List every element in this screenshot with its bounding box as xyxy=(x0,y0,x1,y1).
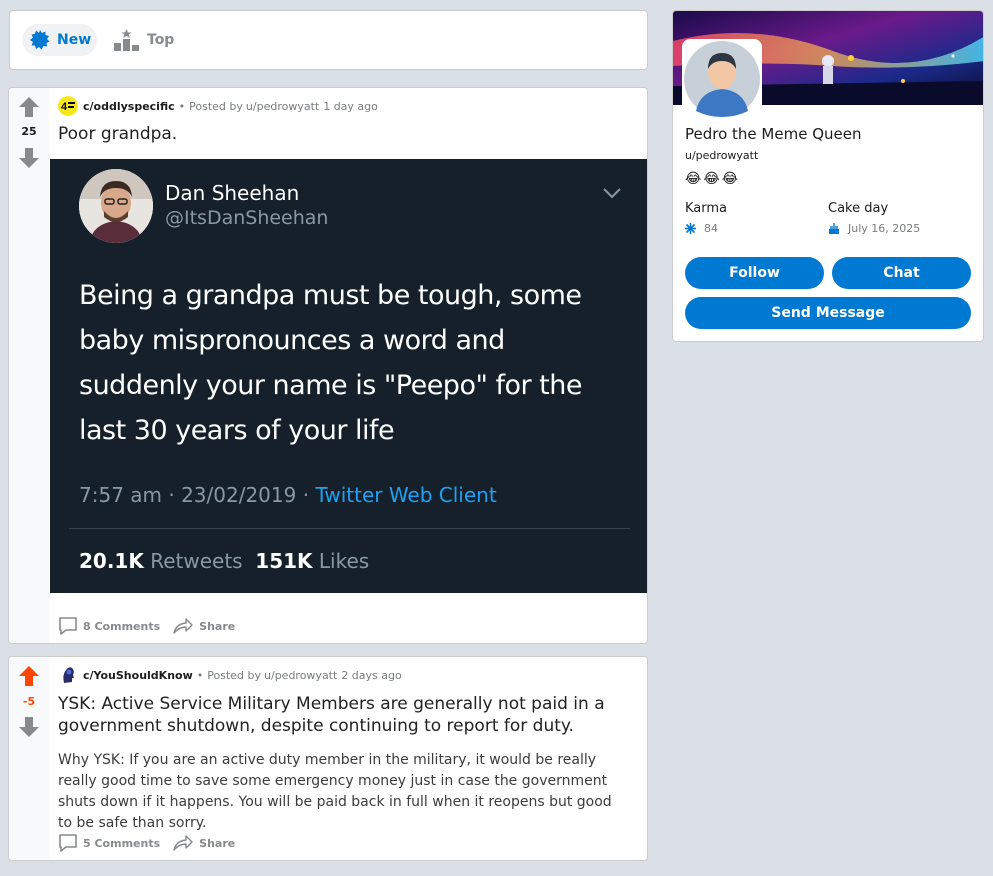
tweet-likes-label: Likes xyxy=(318,549,370,573)
share-label: Share xyxy=(199,836,236,850)
svg-text:4: 4 xyxy=(61,101,68,113)
chat-button[interactable]: Chat xyxy=(832,257,971,289)
karma-label: Karma xyxy=(685,201,728,216)
comment-bubble-icon xyxy=(59,617,77,635)
tweet-avatar xyxy=(79,169,153,243)
meta-separator: • xyxy=(196,668,204,682)
karma-value: 84 xyxy=(704,222,718,235)
author-link[interactable]: u/pedrowyatt xyxy=(246,100,319,113)
share-button[interactable]: Share xyxy=(172,834,235,852)
post-card[interactable]: -5 c/YouShouldKnow • Posted by u/pedrowy… xyxy=(8,656,648,861)
profile-emoji-flair: 😂😂😂 xyxy=(685,171,741,187)
profile-username[interactable]: u/pedrowyatt xyxy=(685,149,758,162)
tweet-author-handle: @ItsDanSheehan xyxy=(165,207,329,229)
send-message-button[interactable]: Send Message xyxy=(685,297,971,329)
tweet-time-text: 7:57 am · 23/02/2019 · xyxy=(79,483,316,507)
follow-button[interactable]: Follow xyxy=(685,257,824,289)
post-meta: c/YouShouldKnow • Posted by u/pedrowyatt… xyxy=(58,665,402,685)
comments-label: 5 Comments xyxy=(83,836,161,850)
profile-display-name: Pedro the Meme Queen xyxy=(685,125,862,143)
tweet-timestamp: 7:57 am · 23/02/2019 · Twitter Web Clien… xyxy=(79,483,497,507)
subreddit-icon[interactable]: 4 xyxy=(58,96,78,116)
post-actions: 5 Comments Share xyxy=(58,833,247,853)
post-image-tweet[interactable]: Dan Sheehan @ItsDanSheehan Being a grand… xyxy=(50,159,647,593)
profile-card: Pedro the Meme Queen u/pedrowyatt 😂😂😂 Ka… xyxy=(672,10,984,342)
tweet-author-name: Dan Sheehan xyxy=(165,181,300,205)
comments-button[interactable]: 8 Comments xyxy=(58,616,160,636)
downvote-arrow-icon[interactable] xyxy=(18,716,40,738)
tweet-stats: 20.1K Retweets 151K Likes xyxy=(79,549,369,573)
tweet-divider xyxy=(69,528,630,529)
comments-button[interactable]: 5 Comments xyxy=(58,833,160,853)
post-body: Why YSK: If you are an active duty membe… xyxy=(58,752,612,831)
post-title[interactable]: Poor grandpa. xyxy=(58,123,617,145)
post-time: 2 days ago xyxy=(341,668,402,682)
vote-score: 25 xyxy=(21,125,37,138)
vote-score: -5 xyxy=(22,695,36,708)
profile-avatar[interactable] xyxy=(682,39,762,119)
comment-bubble-icon xyxy=(59,834,77,852)
tweet-retweets-count: 20.1K xyxy=(79,549,144,573)
sort-top-button[interactable]: Top xyxy=(110,24,180,56)
karma-icon xyxy=(685,223,696,234)
cake-day-value: July 16, 2025 xyxy=(848,222,921,235)
sort-new-button[interactable]: New xyxy=(22,24,97,56)
sort-bar: New Top xyxy=(9,10,648,70)
subreddit-icon[interactable] xyxy=(58,665,78,685)
share-arrow-icon xyxy=(173,618,193,634)
sort-new-label: New xyxy=(57,32,92,48)
post-title[interactable]: YSK: Active Service Military Members are… xyxy=(58,693,617,737)
post-card[interactable]: 25 4 c/oddlyspecific • Posted by u/pedro… xyxy=(8,87,648,644)
chevron-down-icon xyxy=(603,188,621,199)
upvote-arrow-icon[interactable] xyxy=(18,665,40,687)
top-podium-icon xyxy=(114,29,139,51)
vote-column: 25 xyxy=(9,88,49,643)
subreddit-link[interactable]: c/YouShouldKnow xyxy=(83,669,193,682)
new-burst-icon xyxy=(30,30,50,50)
share-button[interactable]: Share xyxy=(172,617,235,635)
meta-separator: • xyxy=(178,99,186,113)
cake-icon xyxy=(829,222,839,234)
author-link[interactable]: u/pedrowyatt xyxy=(264,669,337,682)
tweet-retweets-label: Retweets xyxy=(150,549,243,573)
share-arrow-icon xyxy=(173,835,193,851)
posted-by-label: Posted by xyxy=(189,99,243,113)
sort-top-label: Top xyxy=(147,32,175,48)
cake-day-label: Cake day xyxy=(828,201,889,216)
upvote-arrow-icon[interactable] xyxy=(18,96,40,118)
downvote-arrow-icon[interactable] xyxy=(18,147,40,169)
share-label: Share xyxy=(199,619,236,633)
comments-label: 8 Comments xyxy=(83,619,161,633)
tweet-text: Being a grandpa must be tough, some baby… xyxy=(79,280,582,446)
subreddit-link[interactable]: c/oddlyspecific xyxy=(83,100,175,113)
cake-day-value-row: July 16, 2025 xyxy=(828,222,920,235)
tweet-likes-count: 151K xyxy=(255,549,313,573)
posted-by-label: Posted by xyxy=(207,668,262,682)
tweet-client-link: Twitter Web Client xyxy=(315,483,497,507)
post-time: 1 day ago xyxy=(323,99,378,113)
karma-value-row: 84 xyxy=(685,222,718,235)
vote-column: -5 xyxy=(9,657,49,860)
post-actions: 8 Comments Share xyxy=(58,616,247,636)
post-meta: 4 c/oddlyspecific • Posted by u/pedrowya… xyxy=(58,96,378,116)
